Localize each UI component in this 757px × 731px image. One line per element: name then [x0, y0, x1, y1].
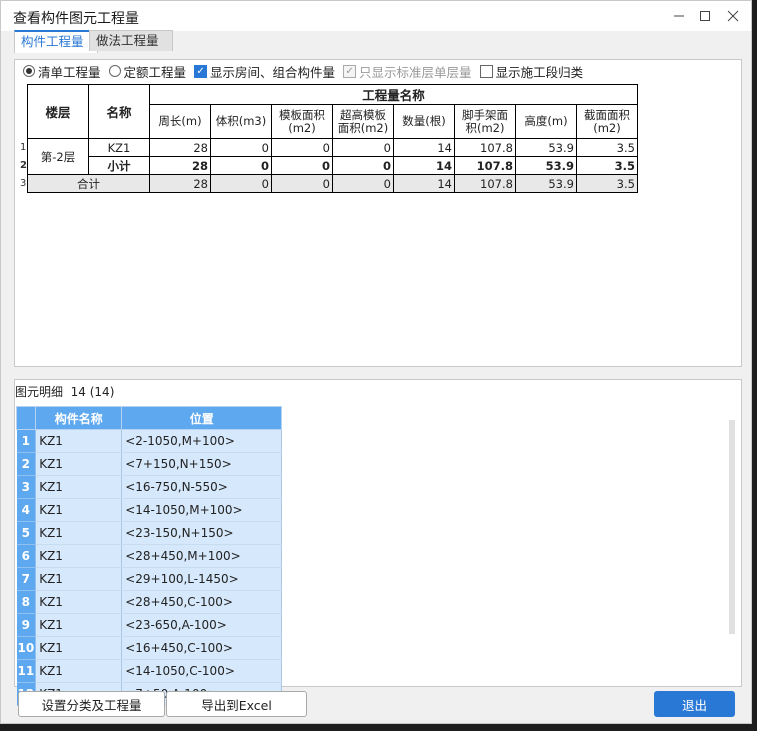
- component-name-cell: KZ1: [35, 613, 123, 637]
- row-number: 1: [16, 429, 37, 453]
- header-floor: 楼层: [26, 84, 89, 139]
- row-number: 7: [16, 567, 37, 591]
- radio-on-icon: [23, 65, 35, 77]
- component-name-cell: KZ1: [35, 452, 123, 476]
- position-cell: <23-150,N+150>: [121, 521, 283, 545]
- col-header: 超高模板面积(m2): [331, 104, 394, 139]
- quantity-table: 楼层 名称 工程量名称 周长(m) 体积(m3) 模板面积(m2) 超高模板面积…: [20, 84, 638, 193]
- subtotal-row[interactable]: 2 小计 28 0 0 0 14 107.8 53.9 3.5: [20, 156, 638, 175]
- header-name: 名称: [87, 84, 150, 139]
- table-row[interactable]: 11 KZ1 <14-1050,C-100>: [16, 659, 283, 683]
- component-name-cell: KZ1: [35, 636, 123, 660]
- col-header: 脚手架面积(m2): [453, 104, 516, 139]
- row-number: 3: [16, 475, 37, 499]
- close-icon[interactable]: [723, 6, 743, 26]
- row-number: 9: [16, 613, 37, 637]
- quantity-panel: 清单工程量 定额工程量 ✓ 显示房间、组合构件量 ✓ 只显示标准层单层量 显示施工段…: [14, 59, 742, 367]
- subtotal-label: 小计: [87, 156, 150, 175]
- position-cell: <14-1050,C-100>: [121, 659, 283, 683]
- position-cell: <14-1050,M+100>: [121, 498, 283, 522]
- detail-table: 构件名称 位置 1 KZ1 <2-1050,M+100> 2 KZ1 <7+150,N+1…: [15, 406, 283, 706]
- maximize-icon[interactable]: [695, 6, 715, 26]
- window-title: 查看构件图元工程量: [13, 11, 139, 27]
- minimize-icon[interactable]: [669, 6, 689, 26]
- total-label: 合计: [26, 174, 150, 193]
- table-row[interactable]: 9 KZ1 <23-650,A-100>: [16, 613, 283, 637]
- check-disabled-icon: ✓: [343, 64, 357, 78]
- position-cell: <2-1050,M+100>: [121, 429, 283, 453]
- table-row[interactable]: 4 KZ1 <14-1050,M+100>: [16, 498, 283, 522]
- check-icon: ✓: [194, 64, 208, 78]
- table-row[interactable]: 10 KZ1 <16+450,C-100>: [16, 636, 283, 660]
- header-quantity-group: 工程量名称: [148, 84, 638, 105]
- component-name-cell: KZ1: [35, 429, 123, 453]
- table-row[interactable]: 2 KZ1 <7+150,N+150>: [16, 452, 283, 476]
- detail-title: 图元明细 14 (14): [15, 385, 115, 399]
- header-position: 位置: [121, 406, 283, 430]
- checkbox-show-stage[interactable]: 显示施工段归类: [479, 62, 583, 81]
- position-cell: <29+100,L-1450>: [121, 567, 283, 591]
- component-name-cell: KZ1: [35, 498, 123, 522]
- col-header: 模板面积(m2): [270, 104, 333, 139]
- component-name-cell: KZ1: [35, 544, 123, 568]
- exit-button[interactable]: 退出: [654, 691, 735, 717]
- detail-panel: 图元明细 14 (14) 构件名称 位置 1 KZ1 <2-1050,M+100> 2…: [14, 379, 742, 706]
- vertical-scrollbar[interactable]: [729, 420, 735, 634]
- col-header: 数量(根): [392, 104, 455, 139]
- row-number: 10: [16, 636, 37, 660]
- settings-button[interactable]: 设置分类及工程量: [18, 691, 165, 717]
- position-cell: <16-750,N-550>: [121, 475, 283, 499]
- row-number: 11: [16, 659, 37, 683]
- position-cell: <7+150,N+150>: [121, 452, 283, 476]
- radio-list-quantity[interactable]: 清单工程量: [23, 62, 101, 81]
- col-header: 高度(m): [514, 104, 577, 139]
- position-cell: <28+450,C-100>: [121, 590, 283, 614]
- position-cell: <16+450,C-100>: [121, 636, 283, 660]
- col-header: 截面面积(m2): [575, 104, 638, 139]
- quantity-dialog: 查看构件图元工程量 构件工程量 做法工程量 清单工程量 定额工程量 ✓ 显示房间、…: [0, 0, 752, 724]
- table-row[interactable]: 6 KZ1 <28+450,M+100>: [16, 544, 283, 568]
- detail-count: 14 (14): [70, 385, 115, 399]
- position-cell: <23-650,A-100>: [121, 613, 283, 637]
- row-number: 2: [16, 452, 37, 476]
- col-header: 周长(m): [148, 104, 211, 139]
- tab-method-quantity[interactable]: 做法工程量: [89, 30, 173, 51]
- radio-off-icon: [108, 65, 121, 77]
- row-number: 6: [16, 544, 37, 568]
- component-name-cell: KZ1: [35, 475, 123, 499]
- export-excel-button[interactable]: 导出到Excel: [166, 691, 307, 717]
- row-number: 4: [16, 498, 37, 522]
- table-row[interactable]: 3 KZ1 <16-750,N-550>: [16, 475, 283, 499]
- table-row[interactable]: 1 第-2层 KZ1 28 0 0 0 14 107.8 53.9 3.5: [20, 138, 638, 175]
- total-row[interactable]: 3 合计 28 0 0 0 14 107.8 53.9 3.5: [20, 174, 638, 193]
- table-row[interactable]: 7 KZ1 <29+100,L-1450>: [16, 567, 283, 591]
- row-number: 5: [16, 521, 37, 545]
- name-cell: KZ1: [87, 138, 150, 157]
- component-name-cell: KZ1: [35, 590, 123, 614]
- options-row: 清单工程量 定额工程量 ✓ 显示房间、组合构件量 ✓ 只显示标准层单层量 显示施工段…: [23, 62, 591, 80]
- row-number: 8: [16, 590, 37, 614]
- table-row[interactable]: 5 KZ1 <23-150,N+150>: [16, 521, 283, 545]
- table-row[interactable]: 1 KZ1 <2-1050,M+100>: [16, 429, 283, 453]
- title-bar: 查看构件图元工程量: [1, 1, 751, 31]
- position-cell: <28+450,M+100>: [121, 544, 283, 568]
- floor-cell: 第-2层: [26, 138, 89, 175]
- checkbox-show-room[interactable]: ✓ 显示房间、组合构件量: [194, 62, 335, 81]
- col-header: 体积(m3): [209, 104, 272, 139]
- radio-quota-quantity[interactable]: 定额工程量: [108, 62, 186, 81]
- component-name-cell: KZ1: [35, 567, 123, 591]
- header-component-name: 构件名称: [35, 406, 123, 430]
- checkbox-standard-floor: ✓ 只显示标准层单层量: [343, 62, 472, 81]
- table-row[interactable]: 8 KZ1 <28+450,C-100>: [16, 590, 283, 614]
- tab-component-quantity[interactable]: 构件工程量: [14, 30, 98, 53]
- component-name-cell: KZ1: [35, 521, 123, 545]
- checkbox-empty-icon: [479, 64, 493, 78]
- component-name-cell: KZ1: [35, 659, 123, 683]
